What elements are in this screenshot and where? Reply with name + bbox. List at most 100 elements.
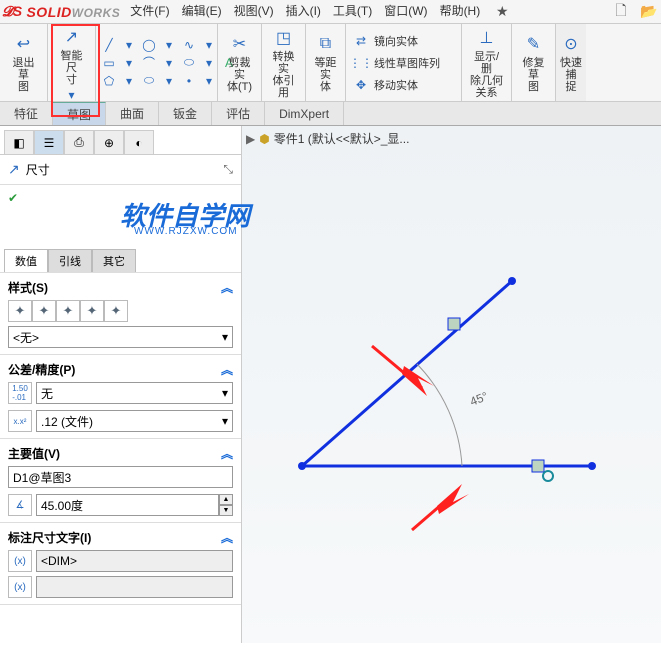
dd3[interactable]: ▾	[200, 36, 218, 54]
dd8[interactable]: ▾	[160, 72, 178, 90]
panel-pin-icon[interactable]: ⤡	[223, 162, 233, 177]
tolerance-type-icon: 1.50-.01	[8, 382, 32, 404]
slot-tool-icon[interactable]: ⬭	[140, 72, 158, 90]
subtab-leaders[interactable]: 引线	[48, 249, 92, 272]
collapse-style-icon[interactable]: ︽	[221, 279, 233, 296]
rect-tool-icon[interactable]: ▭	[100, 54, 118, 72]
line-tool-icon[interactable]: ╱	[100, 36, 118, 54]
panel-title: 尺寸	[26, 161, 50, 178]
menu-view[interactable]: 视图(V)	[234, 2, 274, 22]
offset-icon: ⧉	[315, 33, 337, 55]
dimension-name-input[interactable]	[8, 466, 233, 488]
smart-dimension-button[interactable]: ↗ 智能尺 寸	[52, 24, 91, 88]
app-logo: 𝓓S SOLIDWORKS	[2, 3, 120, 20]
tolerance-dropdown[interactable]: 无▾	[36, 382, 233, 404]
dd7[interactable]: ▾	[120, 72, 138, 90]
mirror-icon[interactable]: ⇄	[352, 32, 370, 50]
ellipse-tool-icon[interactable]: ⬭	[180, 54, 198, 72]
tab-evaluate[interactable]: 评估	[212, 102, 265, 125]
spin-down[interactable]: ▼	[219, 505, 233, 516]
tab-surface[interactable]: 曲面	[106, 102, 159, 125]
subtab-other[interactable]: 其它	[92, 249, 136, 272]
move-button[interactable]: 移动实体	[374, 80, 418, 92]
collapse-dimtext-icon[interactable]: ︽	[221, 529, 233, 546]
trim-button[interactable]: ✂ 剪裁实 体(T)	[222, 31, 257, 95]
dimtext-below-icon: (x)	[8, 576, 32, 598]
menu-help[interactable]: 帮助(H)	[440, 2, 481, 22]
sketch-canvas[interactable]: 45°	[242, 126, 661, 643]
menu-edit[interactable]: 编辑(E)	[182, 2, 222, 22]
panel-tab-property[interactable]: ☰	[34, 130, 64, 154]
menu-insert[interactable]: 插入(I)	[286, 2, 321, 22]
style-fav-add-icon[interactable]: ✦	[32, 300, 56, 322]
ok-button[interactable]: ✔	[8, 191, 18, 205]
exit-sketch-button[interactable]: ↩ 退出草 图	[4, 31, 43, 95]
style-fav-apply-icon[interactable]: ✦	[8, 300, 32, 322]
dd9[interactable]: ▾	[200, 72, 218, 90]
panel-tab-appearance[interactable]: ◐	[124, 130, 154, 154]
collapse-tol-icon[interactable]: ︽	[221, 361, 233, 378]
dd1[interactable]: ▾	[120, 36, 138, 54]
style-dropdown[interactable]: <无>▾	[8, 326, 233, 348]
dimtext-center-icon: (x)	[8, 550, 32, 572]
dd2[interactable]: ▾	[160, 36, 178, 54]
watermark-subtext: WWW.RJZXW.COM	[134, 226, 238, 237]
primary-value-head: 主要值(V)	[8, 445, 60, 462]
pattern-button[interactable]: 线性草图阵列	[374, 58, 440, 70]
arrow-annotation-2	[437, 484, 469, 514]
menu-file[interactable]: 文件(F)	[130, 2, 169, 22]
angle-icon: ∡	[8, 494, 32, 516]
convert-icon: ◳	[273, 27, 295, 49]
dimtext-head: 标注尺寸文字(I)	[8, 529, 91, 546]
repair-icon: ✎	[523, 33, 545, 55]
chevron-down-icon: ▾	[222, 386, 228, 400]
dimtext-below-input[interactable]	[36, 576, 233, 598]
point-tool-icon[interactable]: •	[180, 72, 198, 90]
precision-dropdown[interactable]: .12 (文件)▾	[36, 410, 233, 432]
snap-button[interactable]: ⊙ 快速捕 捉	[556, 31, 586, 95]
style-fav-save-icon[interactable]: ✦	[80, 300, 104, 322]
arc-tool-icon[interactable]: ⌒	[140, 54, 158, 72]
circle-tool-icon[interactable]: ◯	[140, 36, 158, 54]
relations-icon: ⊥	[476, 27, 498, 49]
chevron-down-icon: ▾	[222, 414, 228, 428]
trim-icon: ✂	[229, 33, 251, 55]
spin-up[interactable]: ▲	[219, 494, 233, 505]
mirror-button[interactable]: 镜向实体	[374, 36, 418, 48]
search-icon[interactable]: ★	[492, 2, 512, 22]
convert-button[interactable]: ◳ 转换实 体引用	[266, 25, 301, 101]
dd6[interactable]: ▾	[200, 54, 218, 72]
tab-sheetmetal[interactable]: 钣金	[159, 102, 212, 125]
collapse-main-icon[interactable]: ︽	[221, 445, 233, 462]
panel-tab-feature-tree[interactable]: ◧	[4, 130, 34, 154]
open-doc-icon[interactable]: 📂	[639, 2, 659, 22]
panel-tab-display[interactable]: ⊕	[94, 130, 124, 154]
tab-sketch[interactable]: 草图	[53, 102, 106, 125]
snap-icon: ⊙	[560, 33, 582, 55]
precision-icon: x.x²	[8, 410, 32, 432]
menu-window[interactable]: 窗口(W)	[384, 2, 427, 22]
style-section-head: 样式(S)	[8, 279, 48, 296]
offset-button[interactable]: ⧉ 等距实 体	[310, 31, 341, 95]
panel-tab-config[interactable]: ⎙	[64, 130, 94, 154]
angle-label: 45°	[468, 389, 490, 409]
style-fav-load-icon[interactable]: ✦	[104, 300, 128, 322]
spline-tool-icon[interactable]: ∿	[180, 36, 198, 54]
subtab-value[interactable]: 数值	[4, 249, 48, 272]
dimension-dropdown[interactable]: ▾	[63, 88, 81, 102]
menu-tools[interactable]: 工具(T)	[333, 2, 372, 22]
relations-button[interactable]: ⊥ 显示/删 除几何 关系	[466, 25, 507, 101]
tab-dimxpert[interactable]: DimXpert	[265, 102, 344, 125]
chevron-down-icon: ▾	[222, 330, 228, 344]
poly-tool-icon[interactable]: ⬠	[100, 72, 118, 90]
style-fav-delete-icon[interactable]: ✦	[56, 300, 80, 322]
pattern-icon[interactable]: ⋮⋮	[352, 54, 370, 72]
dd5[interactable]: ▾	[160, 54, 178, 72]
new-doc-icon[interactable]: 🗋	[611, 2, 631, 22]
repair-button[interactable]: ✎ 修复草 图	[516, 31, 551, 95]
dimension-value-input[interactable]	[36, 494, 219, 516]
dd4[interactable]: ▾	[120, 54, 138, 72]
dimtext-input[interactable]	[36, 550, 233, 572]
tab-feature[interactable]: 特征	[0, 102, 53, 125]
move-icon[interactable]: ✥	[352, 76, 370, 94]
